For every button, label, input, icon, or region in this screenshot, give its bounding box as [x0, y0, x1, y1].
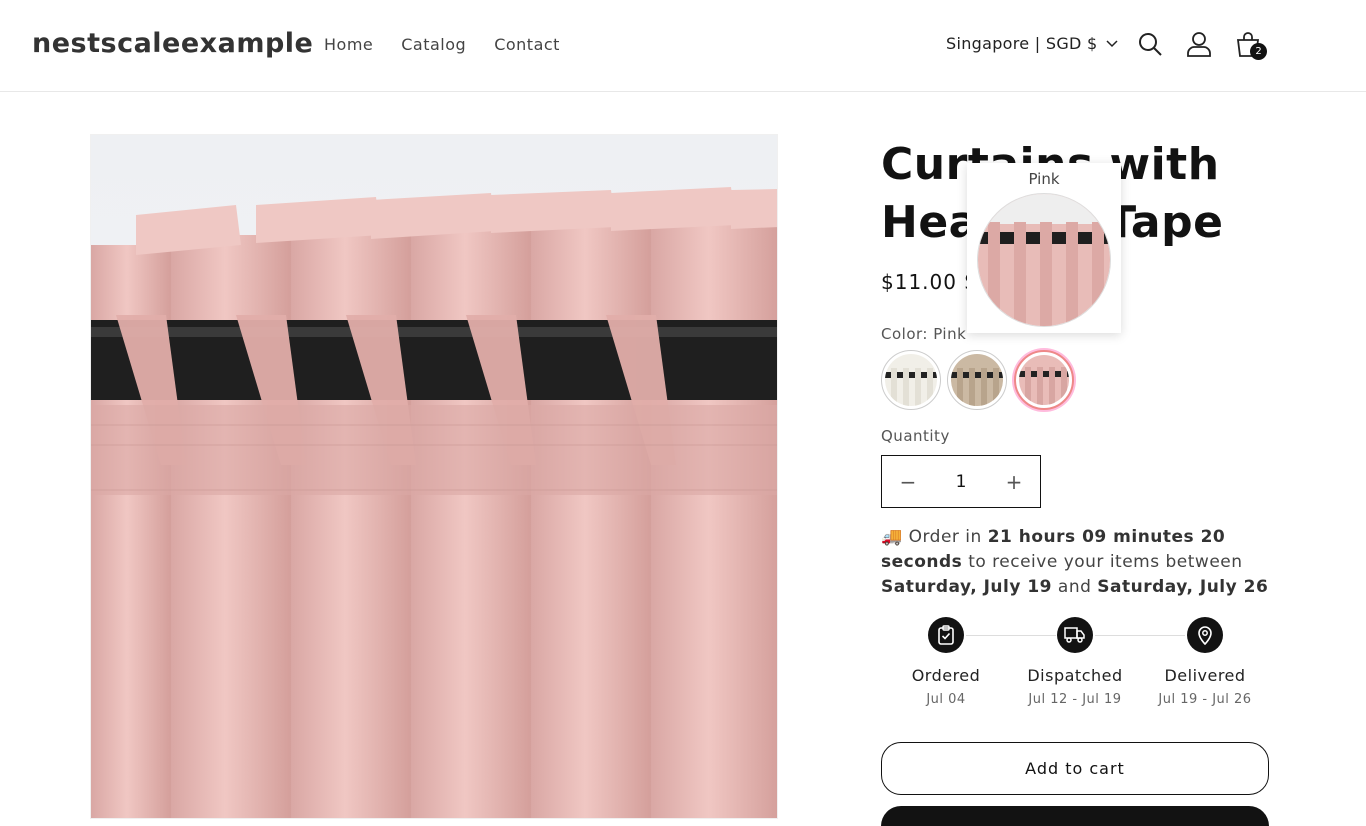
nav-catalog[interactable]: Catalog: [401, 35, 466, 54]
eta-prefix: Order in: [908, 527, 982, 547]
buy-now-button[interactable]: [881, 806, 1269, 826]
step-ordered-date: Jul 04: [926, 692, 966, 707]
site-header: nestscaleexample Home Catalog Contact Si…: [0, 0, 1366, 92]
swatch-white-image: [885, 354, 937, 406]
product-image[interactable]: [90, 134, 778, 819]
timeline-connector: [1095, 635, 1185, 636]
step-ordered-label: Ordered: [911, 666, 981, 685]
delivery-estimate: 🚚 Order in 21 hours 09 minutes 20 second…: [881, 525, 1271, 600]
quantity-increase-button[interactable]: +: [988, 456, 1040, 507]
eta-middle: to receive your items between: [968, 552, 1243, 572]
swatch-pink-image: [1019, 355, 1069, 405]
swatch-tooltip: Pink: [967, 163, 1121, 333]
swatch-pink[interactable]: [1014, 350, 1074, 410]
step-dispatched-date: Jul 12 - Jul 19: [1028, 692, 1122, 707]
quantity-label: Quantity: [881, 427, 950, 445]
main-nav: Home Catalog Contact: [324, 35, 560, 54]
quantity-decrease-button[interactable]: −: [882, 456, 934, 507]
truck-icon: [1057, 617, 1093, 653]
cart-count-badge: 2: [1250, 43, 1267, 60]
swatch-white[interactable]: [881, 350, 941, 410]
account-icon[interactable]: [1185, 30, 1213, 58]
step-delivered-date: Jul 19 - Jul 26: [1158, 692, 1252, 707]
chevron-down-icon: [1106, 39, 1118, 47]
tooltip-preview-image: [977, 193, 1111, 327]
locale-selector[interactable]: Singapore | SGD $: [946, 34, 1118, 53]
step-delivered-label: Delivered: [1164, 666, 1246, 685]
step-dispatched-label: Dispatched: [1027, 666, 1123, 685]
swatch-beige[interactable]: [947, 350, 1007, 410]
locale-label: Singapore | SGD $: [946, 34, 1098, 53]
clipboard-check-icon: [928, 617, 964, 653]
quantity-input[interactable]: 1: [934, 472, 988, 492]
truck-emoji: 🚚: [881, 527, 903, 547]
timeline-connector: [966, 635, 1056, 636]
quantity-stepper: − 1 +: [881, 455, 1041, 508]
color-label: Color: Pink: [881, 325, 967, 343]
tooltip-label: Pink: [1028, 170, 1060, 188]
eta-date-from: Saturday, July 19: [881, 577, 1052, 597]
map-pin-icon: [1187, 617, 1223, 653]
nav-contact[interactable]: Contact: [494, 35, 560, 54]
eta-and: and: [1057, 577, 1092, 597]
add-to-cart-button[interactable]: Add to cart: [881, 742, 1269, 795]
eta-date-to: Saturday, July 26: [1097, 577, 1269, 597]
site-logo[interactable]: nestscaleexample: [32, 28, 313, 59]
search-icon[interactable]: [1136, 30, 1164, 58]
swatch-beige-image: [951, 354, 1003, 406]
nav-home[interactable]: Home: [324, 35, 373, 54]
